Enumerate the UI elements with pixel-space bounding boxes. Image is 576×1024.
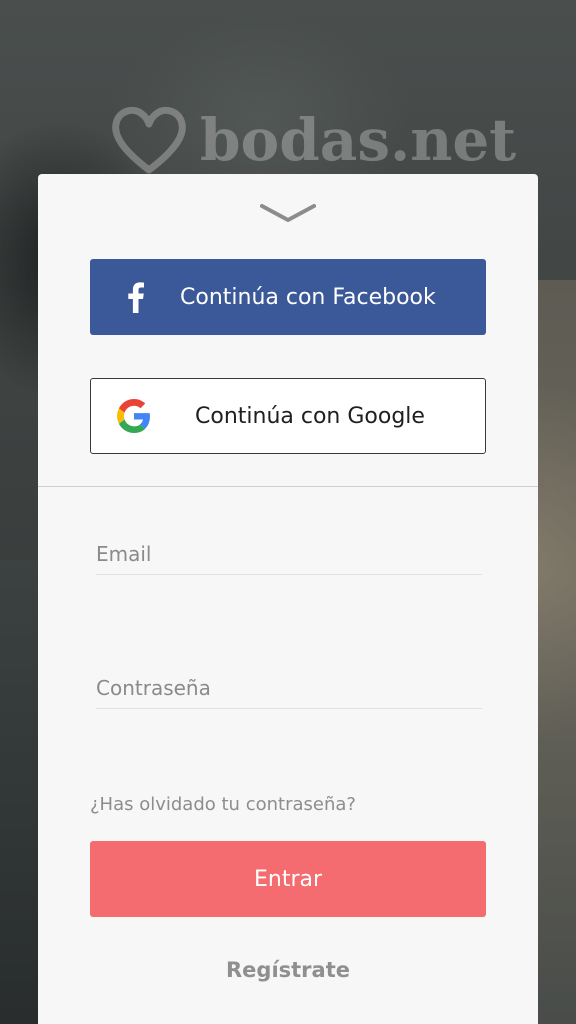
google-login-button[interactable]: Continúa con Google: [90, 378, 486, 454]
register-link[interactable]: Regístrate: [38, 958, 538, 982]
section-divider: [38, 486, 538, 487]
facebook-button-label: Continúa con Facebook: [180, 284, 436, 310]
brand-logo: bodas.net: [110, 104, 516, 176]
facebook-icon: [128, 282, 144, 313]
heart-icon: [112, 106, 186, 174]
background-photo-left: [0, 560, 38, 1024]
login-sheet: Continúa con Facebook Continúa con Googl…: [38, 174, 538, 1024]
password-field[interactable]: [96, 668, 482, 709]
google-button-label: Continúa con Google: [195, 403, 425, 429]
login-submit-button[interactable]: Entrar: [90, 841, 486, 917]
login-submit-label: Entrar: [253, 866, 323, 892]
facebook-login-button[interactable]: Continúa con Facebook: [90, 259, 486, 335]
brand-name: bodas.net: [200, 106, 517, 174]
email-field[interactable]: [96, 534, 482, 575]
forgot-password-link[interactable]: ¿Has olvidado tu contraseña?: [90, 794, 356, 815]
google-icon: [117, 399, 150, 433]
chevron-down-icon[interactable]: [260, 202, 316, 226]
background-photo-right: [538, 280, 576, 1024]
